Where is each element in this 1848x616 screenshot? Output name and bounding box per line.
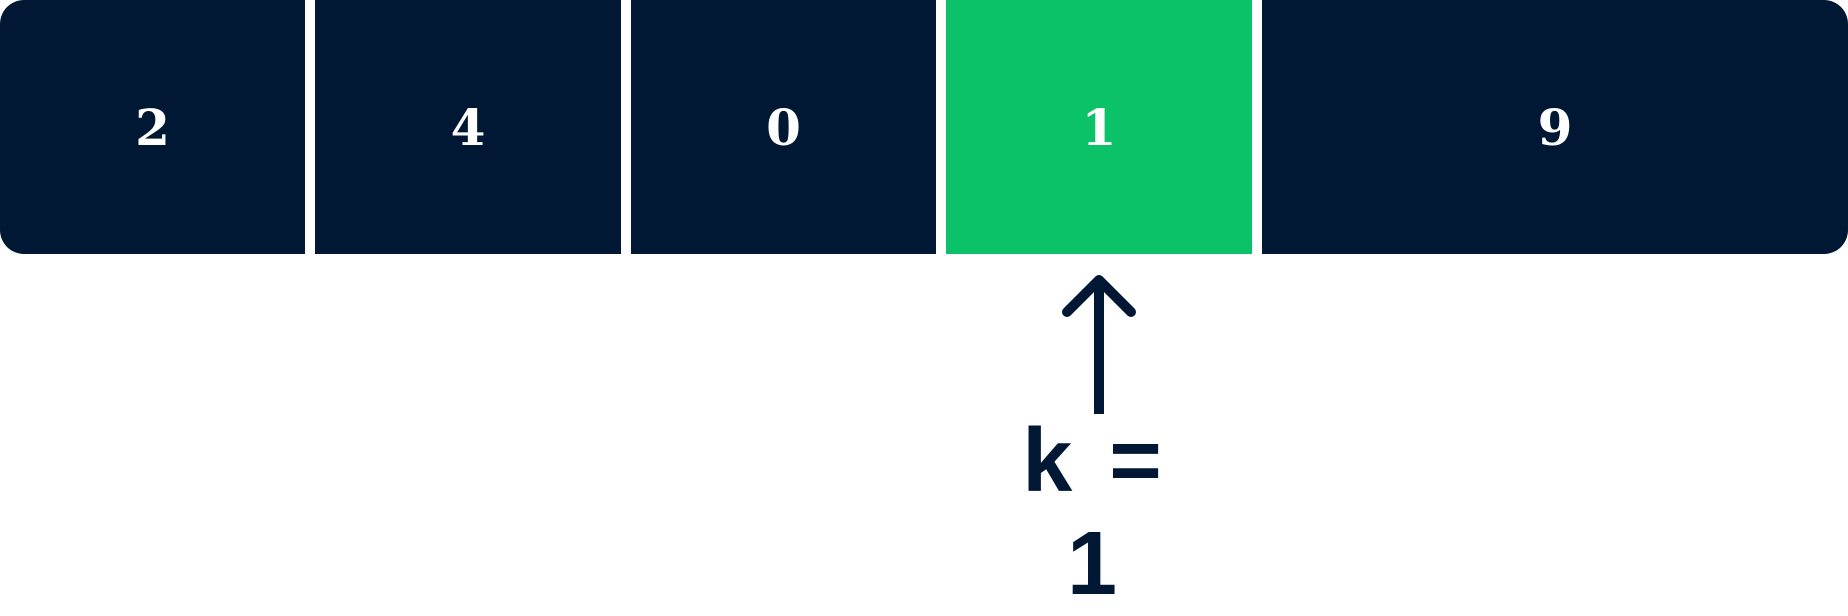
array-cell: 9 bbox=[1262, 0, 1848, 254]
cell-value: 2 bbox=[135, 97, 170, 157]
arrow-up-icon bbox=[1062, 275, 1136, 414]
cell-value: 1 bbox=[1081, 97, 1117, 157]
array-cell: 2 bbox=[0, 0, 305, 254]
cell-value: 9 bbox=[1537, 97, 1573, 157]
pointer-label: k = 1 bbox=[1022, 411, 1168, 614]
array-cell: 4 bbox=[315, 0, 621, 254]
array-cell: 0 bbox=[631, 0, 936, 254]
cell-value: 0 bbox=[766, 97, 801, 157]
array-cell-highlighted: 1 bbox=[946, 0, 1252, 254]
cell-value: 4 bbox=[450, 97, 486, 157]
